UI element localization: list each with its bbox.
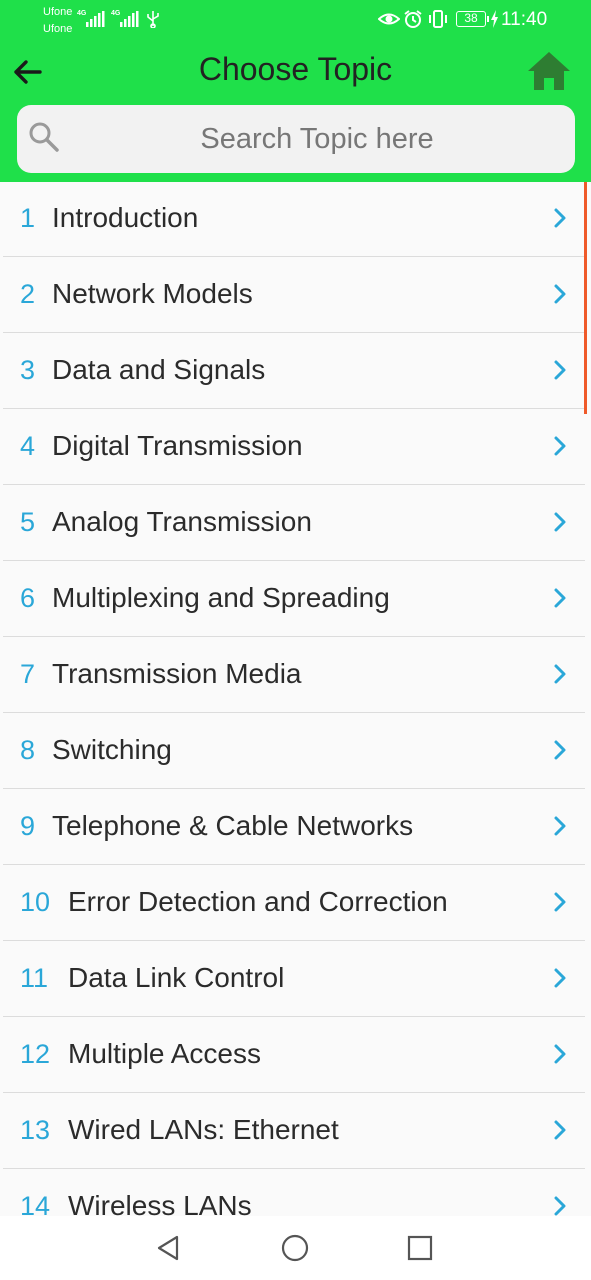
topic-number: 14: [20, 1191, 51, 1216]
scrollbar[interactable]: [584, 182, 587, 414]
nav-back-button[interactable]: [153, 1232, 185, 1264]
topic-label: Introduction: [52, 202, 199, 233]
topic-number: 9: [20, 811, 36, 841]
topic-label: Error Detection and Correction: [68, 886, 448, 917]
alarm-icon: [404, 10, 422, 28]
chevron-right-icon: [554, 208, 566, 228]
screen: Ufone Ufone 4G 4G 38 11:40 Choose Topic …: [0, 0, 591, 1280]
topic-label: Digital Transmission: [52, 430, 303, 461]
topic-label: Network Models: [52, 278, 253, 309]
chevron-right-icon: [554, 892, 566, 912]
home-icon: [528, 52, 570, 90]
search-box[interactable]: [17, 105, 575, 173]
chevron-right-icon: [554, 664, 566, 684]
chevron-right-icon: [554, 740, 566, 760]
network-type-2: 4G: [111, 10, 121, 17]
topic-list: 1 Introduction 2 Network Models 3 Data a…: [0, 182, 591, 1216]
topic-label: Transmission Media: [52, 658, 302, 689]
topic-row-7[interactable]: 7 Transmission Media: [3, 638, 585, 713]
header: Ufone Ufone 4G 4G 38 11:40 Choose Topic …: [0, 0, 591, 182]
system-navigation-bar: [0, 1216, 591, 1280]
topic-row-8[interactable]: 8 Switching: [3, 714, 585, 789]
topic-label: Wireless LANs: [68, 1190, 252, 1216]
carrier-name-1: Ufone: [43, 6, 73, 18]
topic-label: Analog Transmission: [52, 506, 312, 537]
battery-indicator: 38: [456, 11, 489, 27]
chevron-right-icon: [554, 1044, 566, 1064]
page-title: Choose Topic: [198, 51, 393, 87]
topic-number: 8: [20, 735, 36, 765]
topic-row-10[interactable]: 10 Error Detection and Correction: [3, 866, 585, 941]
chevron-right-icon: [554, 512, 566, 532]
topic-number: 4: [20, 431, 36, 461]
vibrate-icon: [429, 10, 447, 28]
topic-label: Telephone & Cable Networks: [52, 810, 414, 841]
charging-icon: [491, 10, 498, 28]
topic-number: 1: [20, 203, 36, 233]
topic-row-12[interactable]: 12 Multiple Access: [3, 1018, 585, 1093]
topic-number: 11: [20, 963, 49, 993]
topic-row-11[interactable]: 11 Data Link Control: [3, 942, 585, 1017]
chevron-right-icon: [554, 1196, 566, 1216]
topic-label: Data Link Control: [68, 962, 285, 993]
square-recents-icon: [407, 1235, 433, 1261]
usb-icon: [147, 11, 159, 28]
topic-label: Switching: [52, 734, 172, 765]
chevron-right-icon: [554, 1120, 566, 1140]
topic-number: 5: [20, 507, 36, 537]
topic-number: 12: [20, 1039, 51, 1069]
chevron-right-icon: [554, 284, 566, 304]
chevron-right-icon: [554, 436, 566, 456]
home-button[interactable]: [526, 50, 572, 92]
nav-recents-button[interactable]: [404, 1232, 436, 1264]
topic-number: 2: [20, 279, 36, 309]
topic-row-13[interactable]: 13 Wired LANs: Ethernet: [3, 1094, 585, 1169]
eye-comfort-icon: [378, 13, 400, 25]
status-time: 11:40: [501, 9, 548, 30]
triangle-back-icon: [157, 1235, 179, 1261]
topic-row-2[interactable]: 2 Network Models: [3, 258, 585, 333]
topic-row-3[interactable]: 3 Data and Signals: [3, 334, 585, 409]
topic-number: 6: [20, 583, 36, 613]
topic-row-9[interactable]: 9 Telephone & Cable Networks: [3, 790, 585, 865]
signal-strength-icon: [120, 11, 139, 27]
topic-number: 13: [20, 1115, 51, 1145]
topic-row-4[interactable]: 4 Digital Transmission: [3, 410, 585, 485]
search-icon: [29, 122, 59, 152]
topic-number: 7: [20, 659, 36, 689]
topic-number: 3: [20, 355, 36, 385]
topic-number: 10: [20, 887, 51, 917]
topic-label: Multiplexing and Spreading: [52, 582, 390, 613]
nav-home-button[interactable]: [279, 1232, 311, 1264]
chevron-right-icon: [554, 968, 566, 988]
carrier-name-2: Ufone: [43, 23, 73, 35]
circle-home-icon: [281, 1234, 309, 1262]
chevron-right-icon: [554, 816, 566, 836]
chevron-right-icon: [554, 360, 566, 380]
topic-label: Data and Signals: [52, 354, 266, 385]
topic-row-14[interactable]: 14 Wireless LANs: [3, 1170, 585, 1216]
topic-row-6[interactable]: 6 Multiplexing and Spreading: [3, 562, 585, 637]
network-type-1: 4G: [77, 10, 87, 17]
topic-row-5[interactable]: 5 Analog Transmission: [3, 486, 585, 561]
status-bar: Ufone Ufone 4G 4G 38 11:40: [0, 0, 591, 40]
chevron-right-icon: [554, 588, 566, 608]
search-input[interactable]: [77, 115, 557, 163]
topic-label: Multiple Access: [68, 1038, 261, 1069]
topic-label: Wired LANs: Ethernet: [68, 1114, 339, 1145]
signal-strength-icon: [86, 11, 105, 27]
topic-row-1[interactable]: 1 Introduction: [3, 182, 585, 257]
